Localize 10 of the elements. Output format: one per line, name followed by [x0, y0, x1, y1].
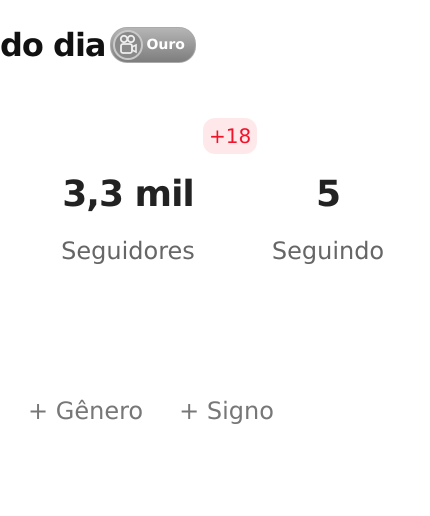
stat-label: Seguindo [272, 237, 384, 265]
increase-badge: +18 [203, 118, 258, 154]
profile-title: do dia [0, 26, 106, 64]
add-tag-link[interactable]: + Gênero [28, 397, 144, 425]
add-tag-link[interactable]: + Signo [179, 397, 274, 425]
camera-icon [112, 30, 142, 60]
stat-value: 3,3 mil [62, 174, 194, 215]
badge-label: Ouro [146, 37, 185, 53]
stat-label: Seguidores [61, 237, 195, 265]
stat-value: 5 [316, 174, 340, 215]
